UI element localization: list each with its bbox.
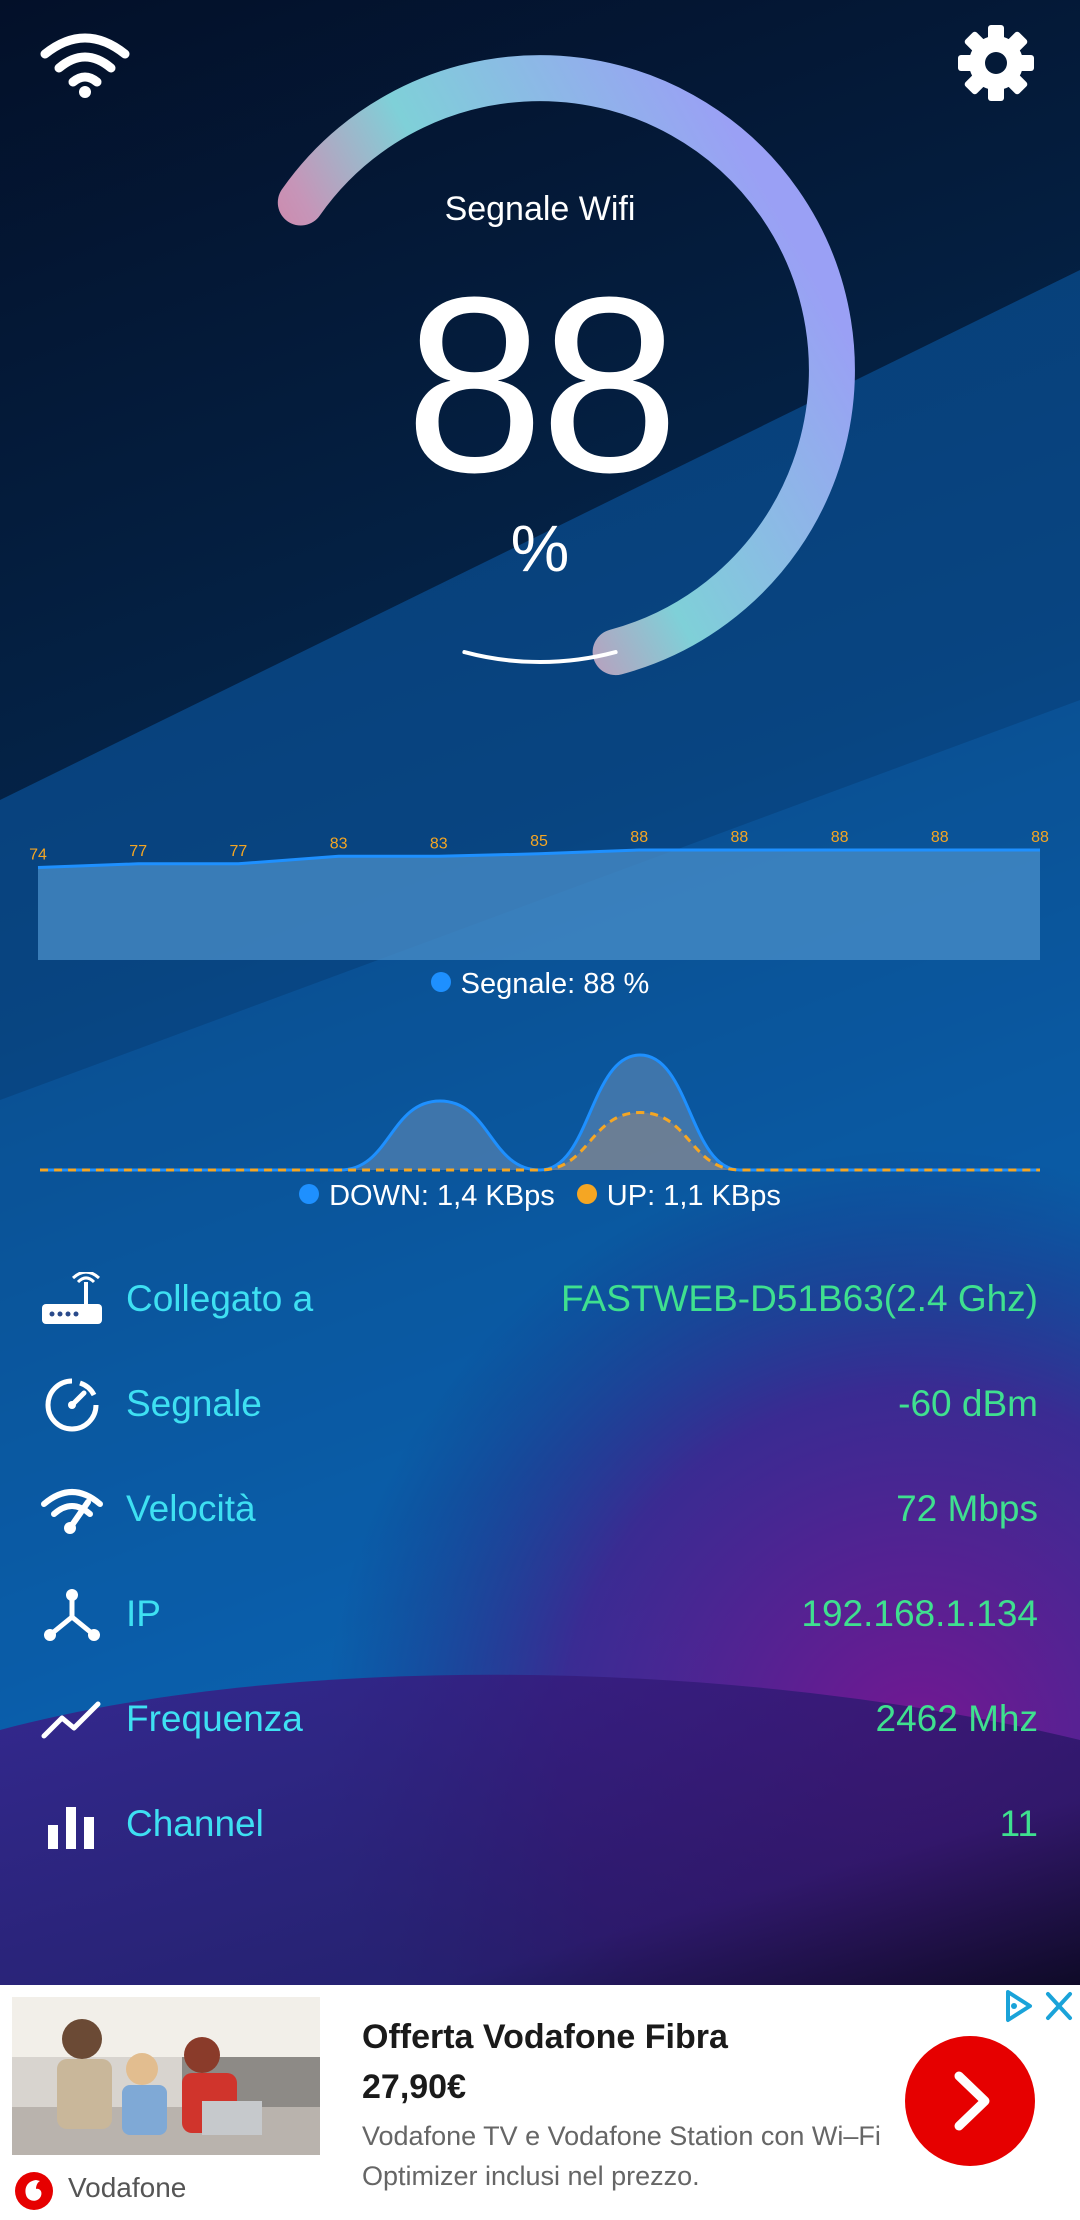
info-row-frequency: Frequenza 2462 Mhz	[40, 1680, 1038, 1760]
bar-chart-icon	[48, 1807, 94, 1849]
info-label: IP	[126, 1593, 161, 1634]
wifi-icon[interactable]	[40, 30, 130, 100]
info-row-speed: Velocità 72 Mbps	[40, 1470, 1038, 1550]
chevron-right-icon	[954, 2071, 990, 2131]
network-icon	[44, 1589, 100, 1641]
info-row-connected: Collegato a FASTWEB-D51B63(2.4 Ghz)	[40, 1260, 1038, 1340]
down-legend-dot	[299, 1184, 320, 1205]
signal-data-label: 88	[1031, 829, 1049, 846]
ad-description: Vodafone TV e Vodafone Station con Wi–Fi…	[362, 2121, 881, 2191]
ad-cta-button[interactable]	[905, 2036, 1035, 2166]
router-icon	[42, 1272, 102, 1324]
down-line	[40, 1053, 1040, 1172]
info-label: Channel	[126, 1803, 264, 1844]
info-row-signal: Segnale -60 dBm	[40, 1365, 1038, 1445]
down-area	[40, 1055, 1040, 1170]
traffic-legend: DOWN: 1,4 KBps UP: 1,1 KBps	[0, 1180, 1080, 1213]
info-label: Collegato a	[126, 1278, 314, 1319]
info-label: Segnale	[126, 1383, 262, 1424]
signal-data-label: 88	[931, 829, 949, 846]
signal-legend-text: Segnale: 88 %	[460, 968, 650, 1000]
gear-icon[interactable]	[955, 22, 1037, 104]
wifi-speed-icon	[41, 1489, 103, 1534]
gauge-icon	[45, 1378, 99, 1432]
info-value: 72 Mbps	[896, 1488, 1038, 1529]
gauge-unit: %	[510, 511, 570, 585]
vodafone-logo	[15, 2172, 53, 2210]
info-value: 192.168.1.134	[801, 1593, 1038, 1634]
info-row-ip: IP 192.168.1.134	[40, 1575, 1038, 1655]
adchoices-icon[interactable]	[1000, 1988, 1036, 2024]
signal-data-label: 83	[330, 835, 348, 852]
traffic-chart	[40, 1053, 1040, 1172]
signal-data-label: 85	[530, 833, 548, 850]
down-legend-text: DOWN: 1,4 KBps	[329, 1180, 555, 1212]
info-label: Frequenza	[126, 1698, 303, 1739]
up-legend-text: UP: 1,1 KBps	[606, 1180, 781, 1212]
signal-legend: Segnale: 88 %	[0, 968, 1080, 1001]
up-area	[40, 1112, 1040, 1170]
signal-data-label: 88	[731, 829, 749, 846]
signal-data-label: 83	[430, 835, 448, 852]
signal-area	[38, 850, 1040, 960]
ad-title[interactable]: Offerta Vodafone Fibra	[362, 2018, 728, 2057]
signal-legend-dot	[430, 972, 451, 993]
info-value: FASTWEB-D51B63(2.4 Ghz)	[560, 1278, 1038, 1319]
info-row-channel: Channel 11	[40, 1785, 1038, 1865]
up-legend-dot	[576, 1184, 597, 1205]
ad-brand: Vodafone	[68, 2172, 187, 2203]
info-value: 2462 Mhz	[875, 1698, 1039, 1739]
gauge-value: 88	[404, 245, 679, 524]
ad-image[interactable]	[12, 1997, 320, 2155]
signal-data-label: 74	[29, 847, 47, 864]
signal-data-label: 88	[831, 829, 849, 846]
signal-data-label: 88	[630, 829, 648, 846]
ad-price: 27,90€	[362, 2068, 466, 2106]
info-value: 11	[999, 1803, 1038, 1844]
trend-icon	[41, 1701, 101, 1739]
info-label: Velocità	[126, 1488, 256, 1529]
up-line	[40, 1110, 1040, 1172]
signal-data-label: 77	[230, 843, 248, 860]
info-value: -60 dBm	[898, 1383, 1038, 1424]
gauge-label: Segnale Wifi	[444, 190, 636, 228]
signal-data-label: 77	[129, 843, 147, 860]
close-icon[interactable]	[1042, 1988, 1076, 2024]
